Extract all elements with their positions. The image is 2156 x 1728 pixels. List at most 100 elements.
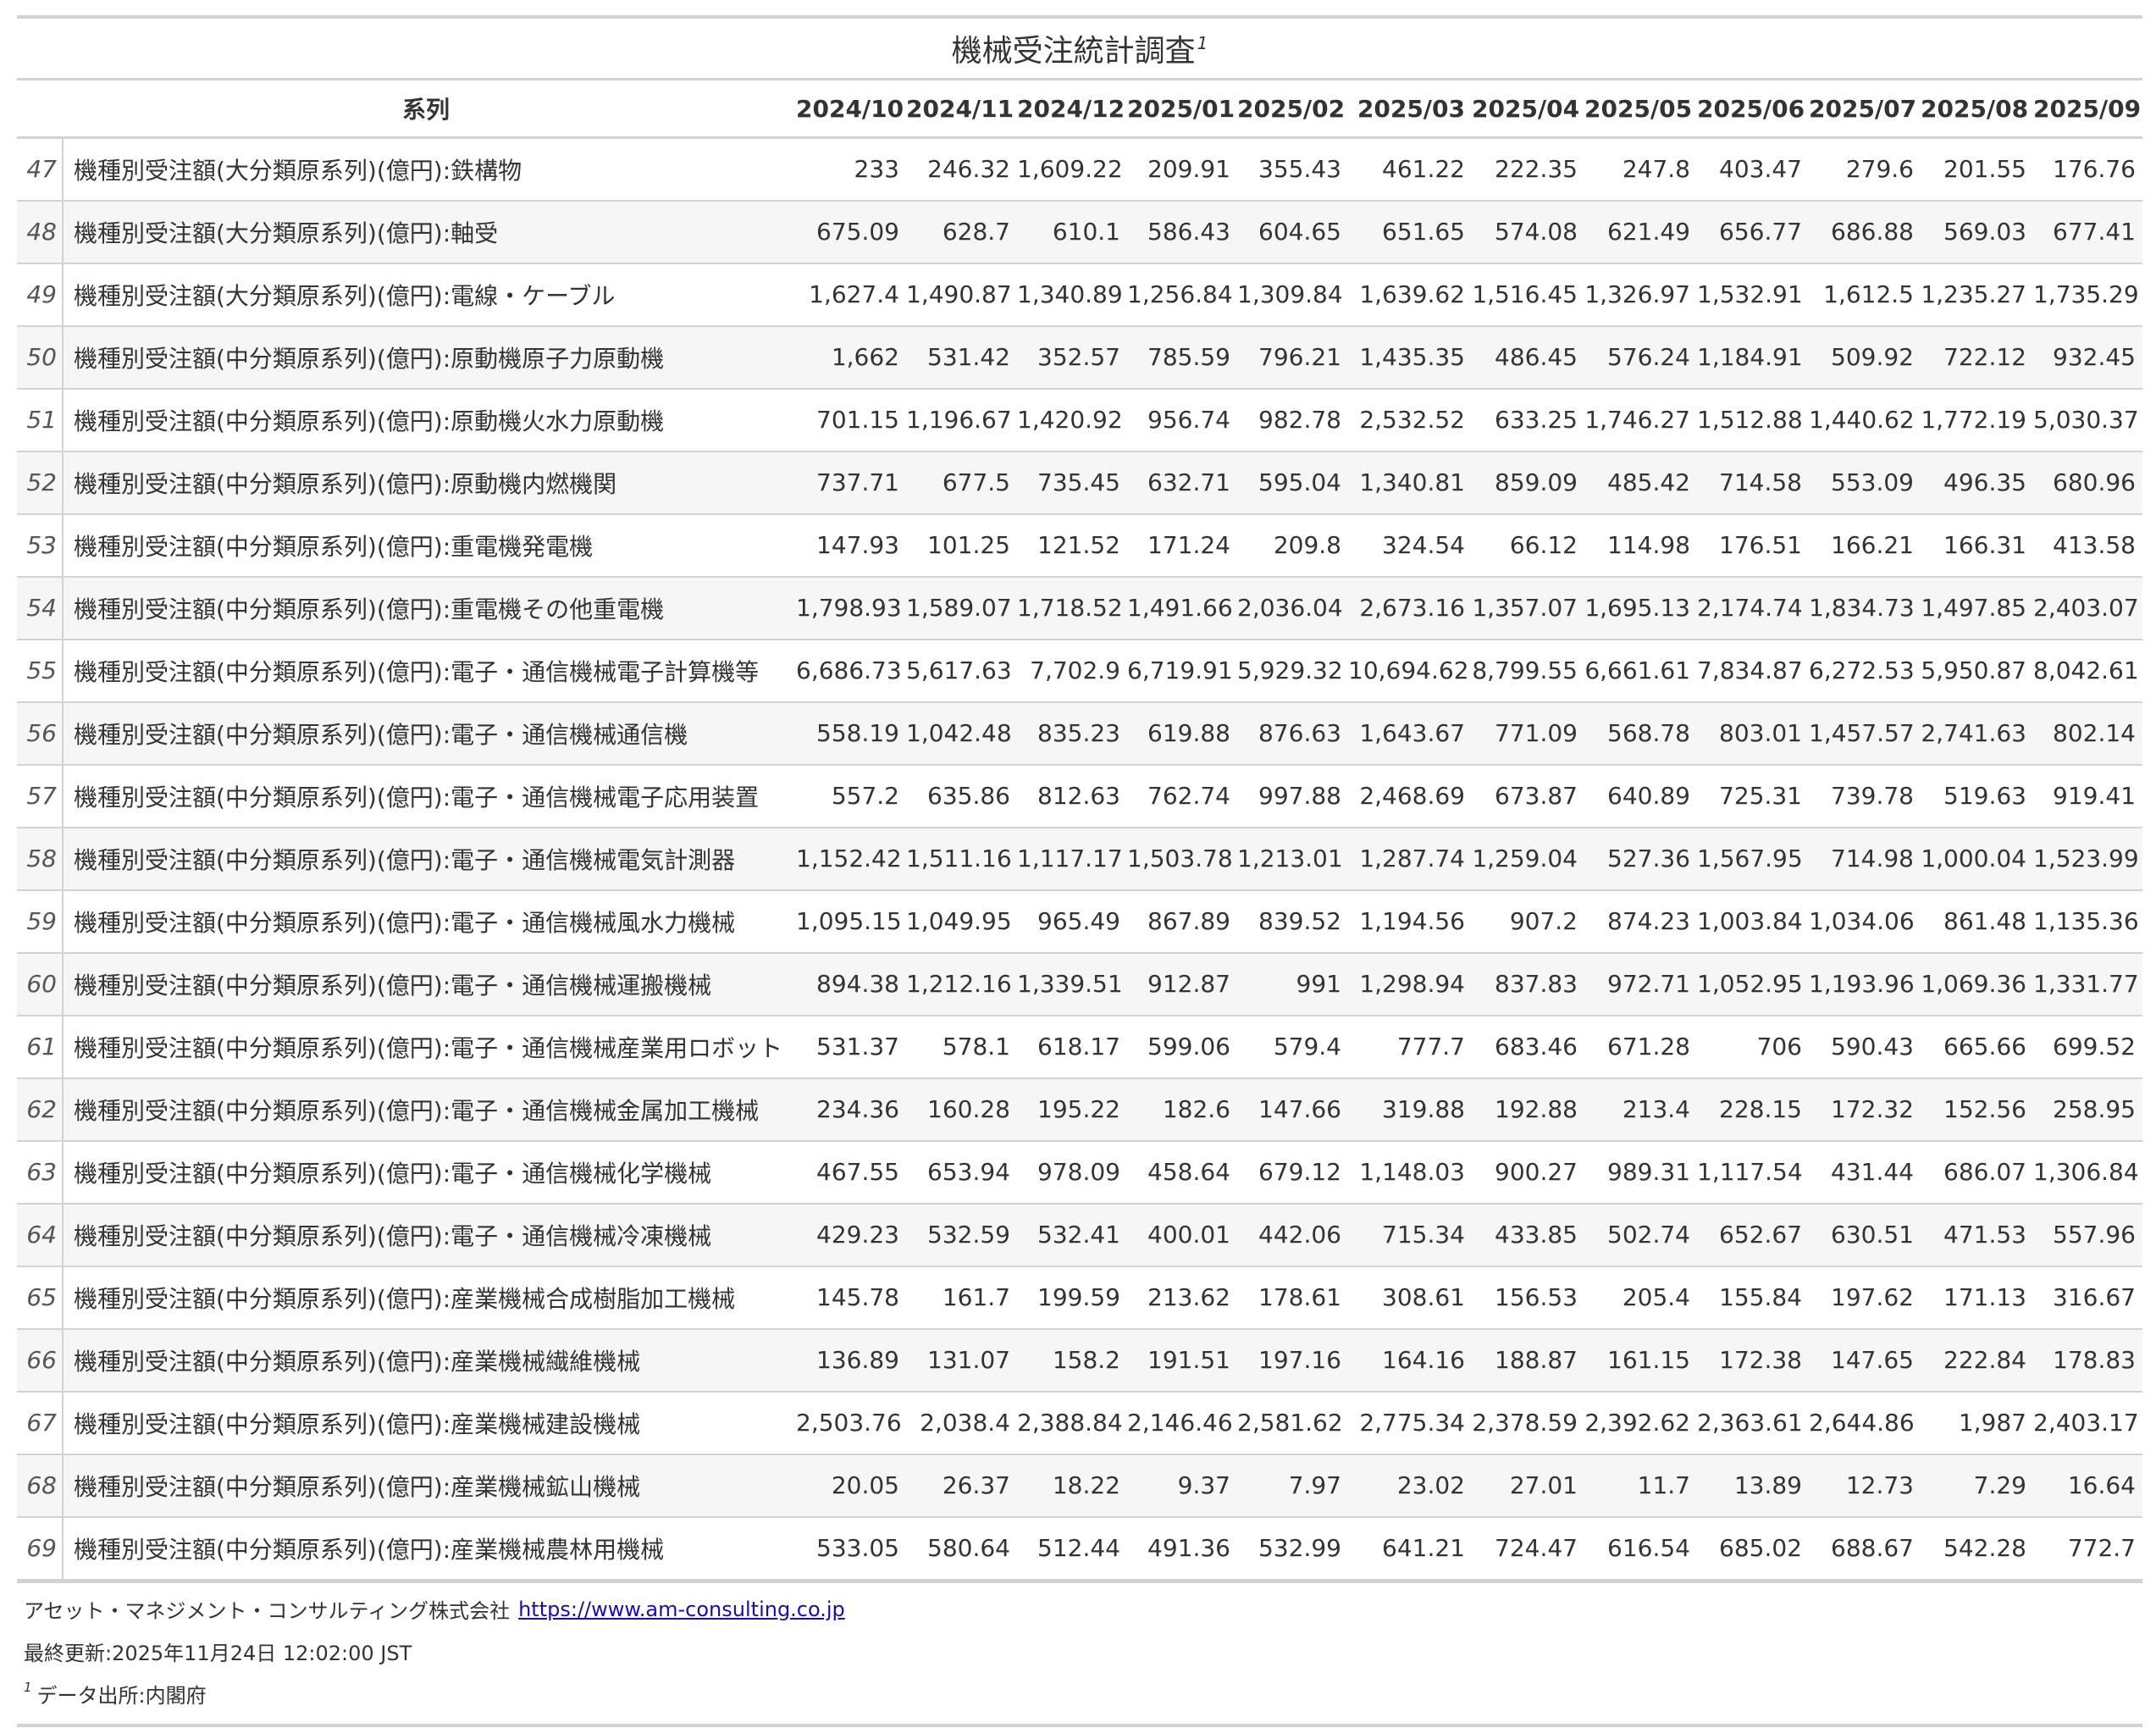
value-cell: 1,117.17 (1017, 845, 1123, 872)
table-title: 機械受注統計調査 1 (17, 15, 2142, 78)
source-text: データ出所:内閣府 (36, 1684, 207, 1708)
period-header[interactable]: 2025/01 (1127, 80, 1237, 138)
value-cell: 685.02 (1719, 1534, 1802, 1562)
period-header[interactable]: 2025/02 (1237, 80, 1348, 138)
value-cell: 574.08 (1495, 218, 1578, 246)
value-cell: 2,038.4 (920, 1409, 1010, 1437)
value-cell: 531.42 (927, 343, 1010, 371)
value-cell: 258.95 (2053, 1095, 2136, 1123)
series-header[interactable]: 系列 (63, 80, 796, 138)
table-row: 68 機種別受注額(中分類原系列)(億円):産業機械鉱山機械 20.05 26.37 1… (17, 1454, 2142, 1517)
period-header[interactable]: 2025/08 (1921, 80, 2033, 138)
value-cell: 861.48 (1943, 907, 2026, 935)
table-row: 67 機種別受注額(中分類原系列)(億円):産業機械建設機械 2,503.76 2,0… (17, 1391, 2142, 1454)
value-cell: 722.12 (1943, 343, 2026, 371)
period-header[interactable]: 2024/10 (796, 80, 906, 138)
machinery-orders-table: 系列 2024/10 2024/11 2024/12 2025/01 2025/02 20… (17, 78, 2142, 1581)
row-index: 55 (17, 639, 64, 702)
table-row: 64 機種別受注額(中分類原系列)(億円):電子・通信機械冷凍機械 429.23 53… (17, 1203, 2142, 1266)
value-cell: 6,719.91 (1127, 656, 1233, 684)
value-cell: 147.93 (816, 531, 899, 559)
value-cell: 26.37 (942, 1471, 1010, 1499)
value-cell: 1,512.88 (1697, 406, 1803, 434)
value-cell: 2,581.62 (1237, 1409, 1343, 1437)
value-cell: 147.65 (1831, 1346, 1914, 1374)
value-cell: 671.28 (1607, 1033, 1690, 1061)
value-cell: 1,718.52 (1017, 594, 1123, 622)
value-cell: 686.88 (1831, 218, 1914, 246)
period-header[interactable]: 2025/03 (1348, 80, 1472, 138)
value-cell: 471.53 (1943, 1221, 2026, 1249)
value-cell: 812.63 (1037, 782, 1120, 810)
value-cell: 1,298.94 (1359, 970, 1465, 998)
value-cell: 27.01 (1509, 1471, 1578, 1499)
series-name: 機種別受注額(大分類原系列)(億円):軸受 (74, 219, 499, 247)
value-cell: 1,440.62 (1809, 406, 1915, 434)
value-cell: 762.74 (1147, 782, 1230, 810)
value-cell: 683.46 (1495, 1033, 1578, 1061)
company-link[interactable]: https://www.am-consulting.co.jp (518, 1598, 845, 1621)
period-header[interactable]: 2025/05 (1584, 80, 1697, 138)
row-index: 67 (17, 1391, 64, 1454)
series-name: 機種別受注額(中分類原系列)(億円):産業機械鉱山機械 (74, 1472, 641, 1501)
value-cell: 13.89 (1733, 1471, 1802, 1499)
value-cell: 876.63 (1258, 719, 1341, 747)
value-cell: 101.25 (927, 531, 1010, 559)
value-cell: 874.23 (1607, 907, 1690, 935)
row-index: 54 (17, 576, 64, 640)
value-cell: 656.77 (1719, 218, 1802, 246)
period-header[interactable]: 2024/12 (1017, 80, 1127, 138)
row-index: 51 (17, 388, 64, 451)
value-cell: 1,184.91 (1697, 343, 1803, 371)
value-cell: 158.2 (1052, 1346, 1120, 1374)
table-row: 60 機種別受注額(中分類原系列)(億円):電子・通信機械運搬機械 894.38 1,… (17, 952, 2142, 1016)
value-cell: 131.07 (927, 1346, 1010, 1374)
value-cell: 5,617.63 (906, 656, 1012, 684)
value-cell: 191.51 (1147, 1346, 1230, 1374)
value-cell: 1,287.74 (1359, 845, 1465, 872)
table-row: 55 機種別受注額(中分類原系列)(億円):電子・通信機械電子計算機等 6,686.… (17, 639, 2142, 702)
value-cell: 171.24 (1147, 531, 1230, 559)
value-cell: 1,003.84 (1697, 907, 1803, 935)
value-cell: 867.89 (1147, 907, 1230, 935)
value-cell: 496.35 (1943, 468, 2026, 496)
value-cell: 653.94 (927, 1158, 1010, 1186)
value-cell: 114.98 (1607, 531, 1690, 559)
value-cell: 233 (854, 155, 899, 184)
period-header[interactable]: 2025/06 (1697, 80, 1809, 138)
period-header[interactable]: 2024/11 (906, 80, 1017, 138)
table-row: 63 機種別受注額(中分類原系列)(億円):電子・通信機械化学機械 467.55 65… (17, 1140, 2142, 1204)
value-cell: 677.5 (942, 468, 1010, 496)
header-row: 系列 2024/10 2024/11 2024/12 2025/01 2025/02 20… (17, 79, 2142, 138)
series-name: 機種別受注額(中分類原系列)(億円):産業機械農林用機械 (74, 1535, 665, 1564)
value-cell: 652.67 (1719, 1221, 1802, 1249)
value-cell: 628.7 (942, 218, 1010, 246)
value-cell: 502.74 (1607, 1221, 1690, 1249)
series-name: 機種別受注額(中分類原系列)(億円):電子・通信機械風水力機械 (74, 908, 736, 937)
value-cell: 5,929.32 (1237, 656, 1343, 684)
value-cell: 595.04 (1258, 468, 1341, 496)
value-cell: 1,511.16 (906, 845, 1012, 872)
value-cell: 978.09 (1037, 1158, 1120, 1186)
value-cell: 557.2 (831, 782, 899, 810)
value-cell: 509.92 (1831, 343, 1914, 371)
value-cell: 542.28 (1943, 1534, 2026, 1562)
value-cell: 171.13 (1943, 1283, 2026, 1311)
value-cell: 701.15 (816, 406, 899, 434)
value-cell: 1,340.89 (1017, 280, 1123, 308)
value-cell: 972.71 (1607, 970, 1690, 998)
period-header[interactable]: 2025/04 (1472, 80, 1584, 138)
row-index: 68 (17, 1454, 64, 1517)
value-cell: 1,117.54 (1697, 1158, 1803, 1186)
table-row: 62 機種別受注額(中分類原系列)(億円):電子・通信機械金属加工機械 234.36… (17, 1077, 2142, 1141)
period-header[interactable]: 2025/07 (1809, 80, 1921, 138)
value-cell: 580.64 (927, 1534, 1010, 1562)
table-row: 56 機種別受注額(中分類原系列)(億円):電子・通信機械通信機 558.19 1,0… (17, 701, 2142, 765)
data-table-container: 機械受注統計調査 1 系列 2024/10 2024/11 2024/12 2025/0… (17, 15, 2142, 1727)
period-header[interactable]: 2025/09 (2033, 80, 2142, 138)
value-cell: 2,775.34 (1359, 1409, 1465, 1437)
value-cell: 172.32 (1831, 1095, 1914, 1123)
series-name: 機種別受注額(中分類原系列)(億円):電子・通信機械運搬機械 (74, 971, 712, 1000)
value-cell: 433.85 (1495, 1221, 1578, 1249)
value-cell: 11.7 (1637, 1471, 1690, 1499)
